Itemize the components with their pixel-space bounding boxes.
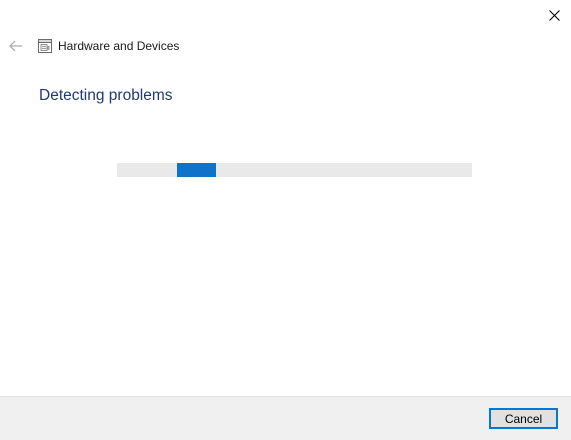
window-title: Hardware and Devices — [58, 39, 180, 53]
close-icon — [548, 9, 560, 21]
progress-bar — [117, 163, 472, 177]
progress-indicator — [177, 163, 217, 177]
troubleshooter-window: Hardware and Devices Detecting problems … — [0, 0, 571, 440]
back-arrow-icon — [9, 40, 22, 52]
title-bar: Hardware and Devices — [8, 36, 179, 56]
page-heading: Detecting problems — [39, 87, 173, 104]
back-button[interactable] — [8, 38, 24, 54]
hardware-devices-icon — [37, 38, 53, 54]
close-button[interactable] — [537, 0, 571, 30]
cancel-button[interactable]: Cancel — [489, 408, 558, 429]
footer-bar: Cancel — [0, 396, 571, 440]
